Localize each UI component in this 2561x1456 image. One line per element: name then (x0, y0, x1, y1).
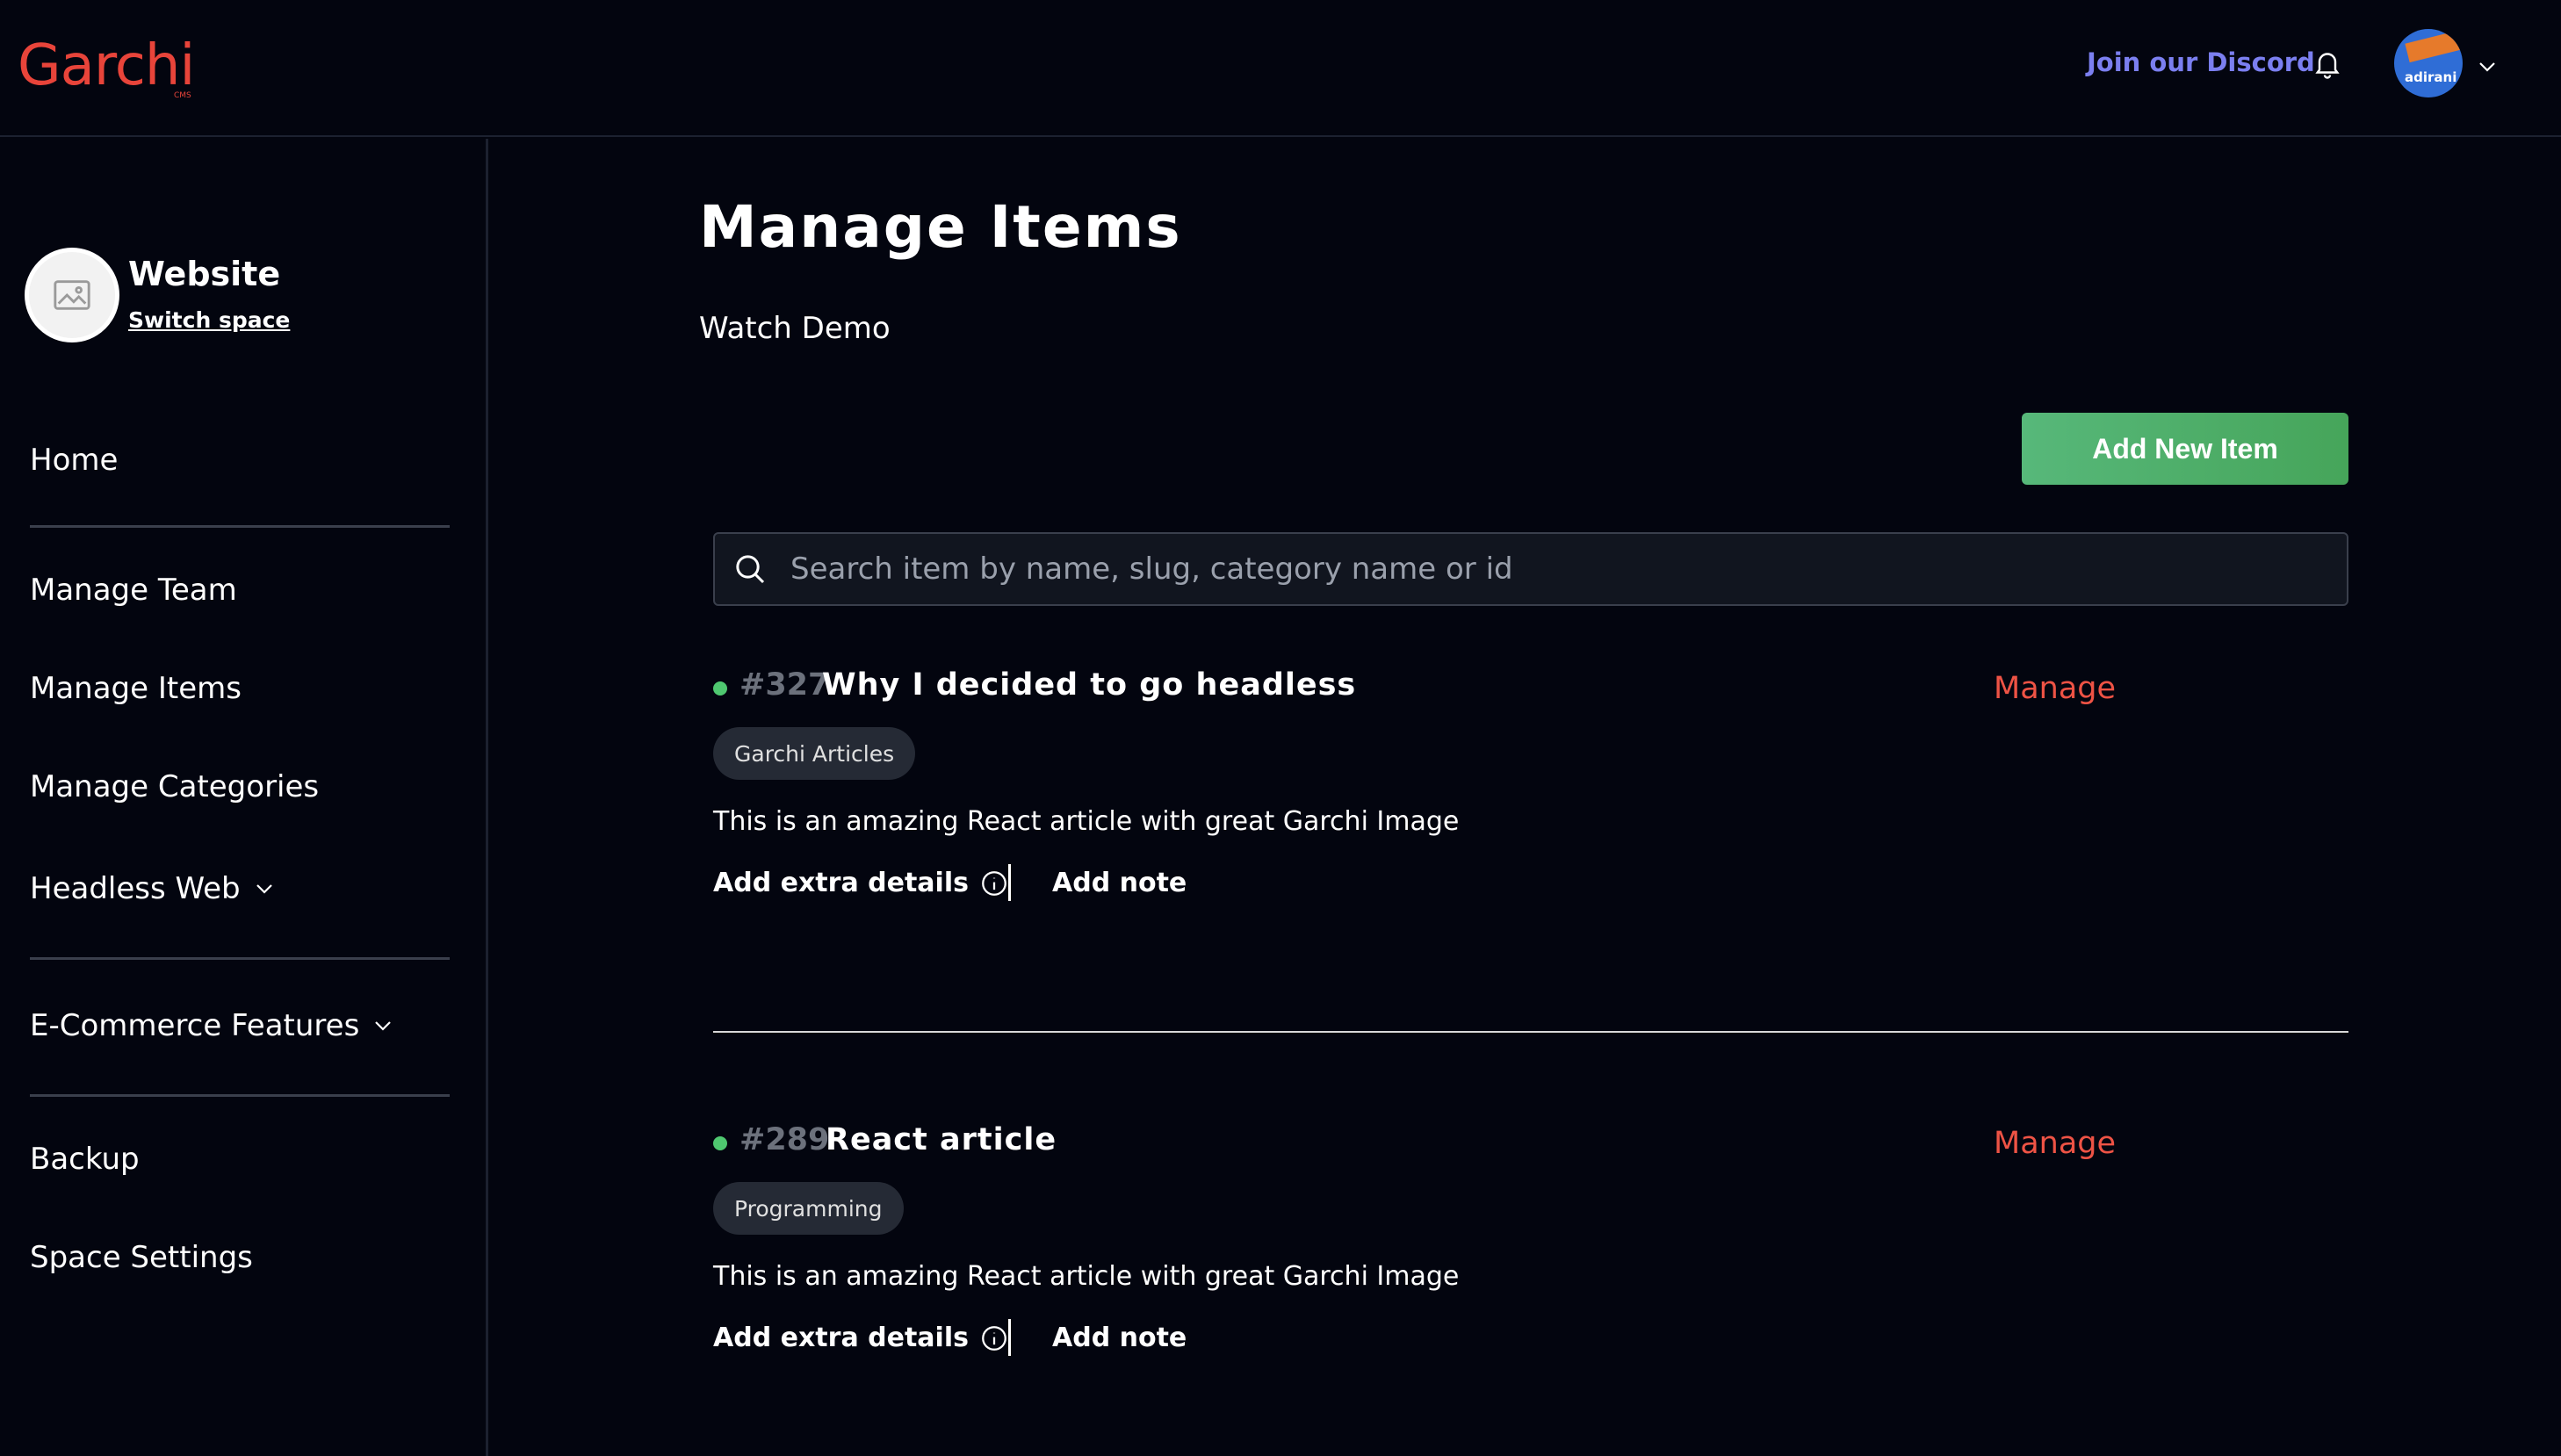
sidebar-item-label: Space Settings (30, 1240, 253, 1275)
add-note-button[interactable]: Add note (1052, 1323, 1187, 1353)
sidebar-item-label: Manage Team (30, 573, 237, 608)
bell-icon[interactable] (2312, 46, 2343, 81)
sidebar-item-headless-web[interactable]: Headless Web (30, 871, 276, 906)
sidebar-item-label: E-Commerce Features (30, 1008, 360, 1043)
chevron-down-icon (375, 1021, 392, 1031)
item-title[interactable]: React article (826, 1122, 1057, 1157)
category-tag: Garchi Articles (713, 727, 916, 780)
chevron-down-icon[interactable] (2477, 60, 2498, 74)
item-row: #327 Why I decided to go headless Manage… (713, 667, 2348, 1019)
watch-demo-link[interactable]: Watch Demo (699, 311, 891, 346)
sidebar-item-label: Manage Categories (30, 769, 320, 804)
action-separator (1008, 1319, 1011, 1356)
status-dot (713, 1136, 727, 1150)
item-description: This is an amazing React article with gr… (713, 806, 1460, 837)
item-id: #289 (739, 1122, 830, 1157)
search-input[interactable] (790, 534, 2336, 604)
item-id: #327 (739, 667, 830, 703)
item-divider (713, 1031, 2348, 1033)
space-thumbnail[interactable] (25, 248, 119, 342)
sidebar-item-label: Headless Web (30, 871, 241, 906)
avatar-stripe (2405, 29, 2463, 63)
switch-space-link[interactable]: Switch space (128, 307, 290, 333)
add-note-button[interactable]: Add note (1052, 868, 1187, 898)
sidebar-item-home[interactable]: Home (30, 443, 118, 478)
add-extra-details-button[interactable]: Add extra details (713, 868, 1009, 898)
item-row: #289 React article Manage Programming Th… (713, 1122, 2348, 1456)
top-bar: Garchi CMS Join our Discord adirani (0, 0, 2561, 137)
page-title: Manage Items (699, 193, 1182, 261)
search-box (713, 532, 2348, 606)
sidebar-item-manage-team[interactable]: Manage Team (30, 573, 237, 608)
add-new-item-button[interactable]: Add New Item (2022, 413, 2348, 485)
search-icon (736, 555, 765, 584)
user-avatar[interactable]: adirani (2394, 29, 2463, 97)
category-tag: Programming (713, 1182, 904, 1235)
sidebar-item-backup[interactable]: Backup (30, 1142, 140, 1177)
add-extra-details-button[interactable]: Add extra details (713, 1323, 1009, 1353)
sidebar-divider (30, 957, 450, 960)
logo-subtitle: CMS (174, 91, 191, 100)
garchi-logo[interactable]: Garchi (18, 33, 195, 98)
sidebar-item-label: Home (30, 443, 119, 478)
item-title[interactable]: Why I decided to go headless (822, 667, 1356, 703)
extra-details-label: Add extra details (713, 868, 969, 898)
sidebar: Website Switch space Home Manage Team Ma… (0, 139, 488, 1456)
space-name: Website (128, 255, 281, 293)
chevron-down-icon (256, 884, 272, 894)
status-dot (713, 681, 727, 696)
sidebar-item-manage-items[interactable]: Manage Items (30, 671, 242, 706)
sidebar-divider (30, 1094, 450, 1097)
info-icon (982, 870, 1006, 896)
manage-link[interactable]: Manage (1994, 1126, 2116, 1161)
sidebar-item-manage-categories[interactable]: Manage Categories (30, 769, 319, 804)
sidebar-item-label: Backup (30, 1142, 140, 1177)
sidebar-item-ecommerce-features[interactable]: E-Commerce Features (30, 1008, 394, 1043)
action-separator (1008, 864, 1011, 901)
manage-link[interactable]: Manage (1994, 671, 2116, 706)
sidebar-divider (30, 525, 450, 528)
join-discord-link[interactable]: Join our Discord (2087, 47, 2315, 77)
sidebar-item-label: Manage Items (30, 671, 242, 706)
extra-details-label: Add extra details (713, 1323, 969, 1353)
info-icon (982, 1325, 1006, 1351)
sidebar-item-space-settings[interactable]: Space Settings (30, 1240, 253, 1275)
avatar-text: adirani (2405, 69, 2457, 85)
item-description: This is an amazing React article with gr… (713, 1261, 1460, 1292)
image-placeholder-icon (54, 280, 90, 310)
